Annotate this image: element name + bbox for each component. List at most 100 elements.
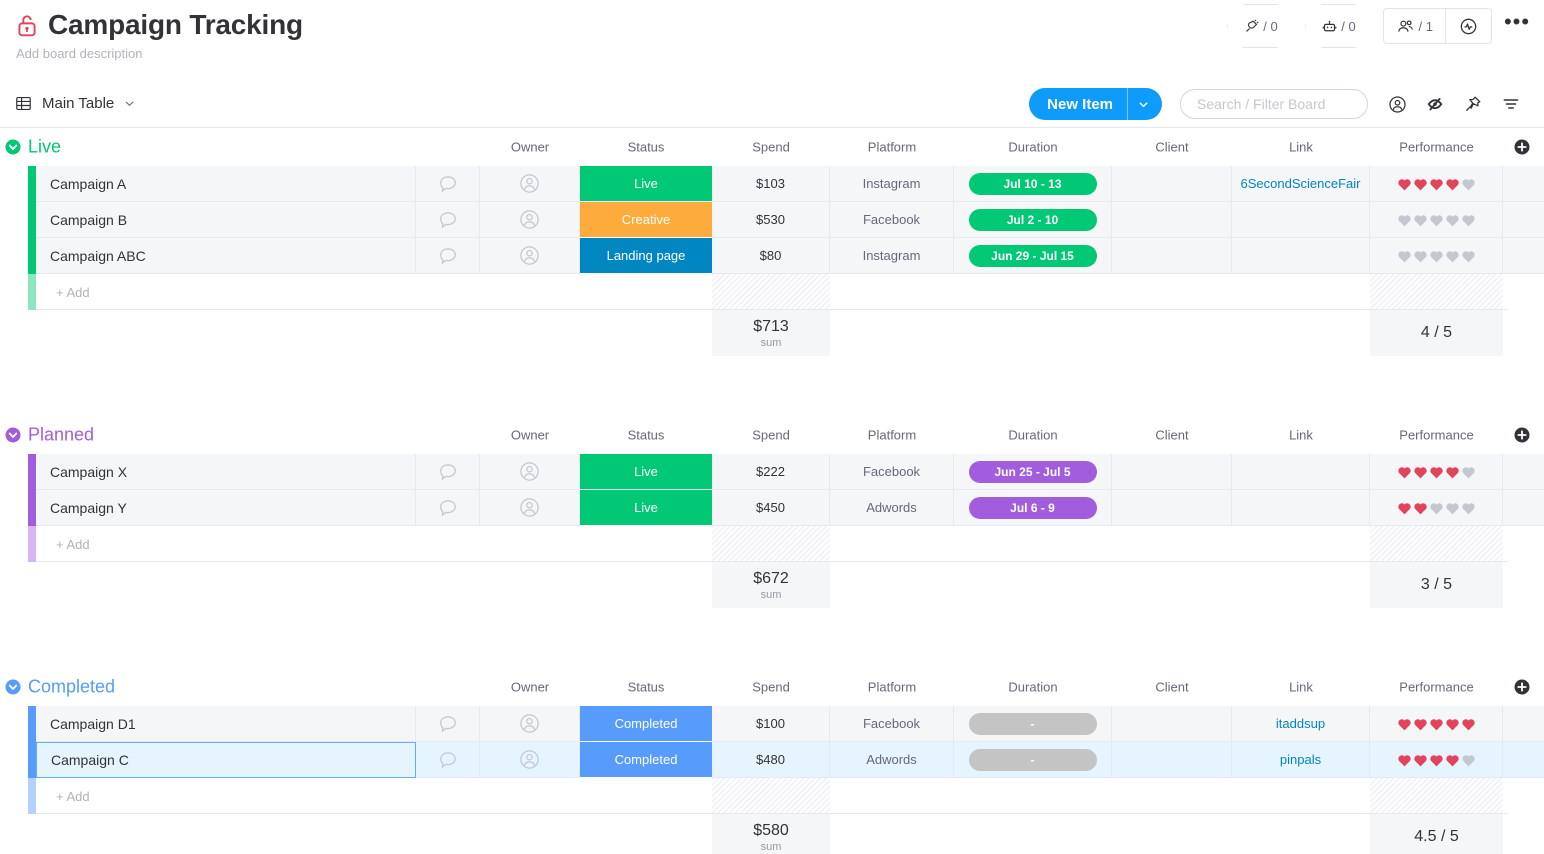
column-header-duration[interactable]: Duration [954,140,1112,155]
duration-pill[interactable]: Jul 2 - 10 [969,209,1097,231]
duration-pill[interactable]: - [969,749,1097,771]
column-header-owner[interactable]: Owner [480,680,580,695]
owner-avatar-icon[interactable] [518,172,541,195]
chat-bubble-icon[interactable] [437,173,459,195]
group-title[interactable]: Completed [28,677,115,698]
heart-icon[interactable] [1429,465,1444,479]
heart-icon[interactable] [1461,177,1476,191]
client-cell[interactable] [1112,742,1232,778]
platform-cell[interactable]: Facebook [830,454,954,490]
duration-cell[interactable]: Jun 25 - Jul 5 [954,454,1112,490]
chat-bubble-icon[interactable] [437,749,459,771]
client-cell[interactable] [1112,202,1232,238]
heart-icon[interactable] [1461,501,1476,515]
add-column-button[interactable] [1513,678,1531,696]
column-header-performance[interactable]: Performance [1370,140,1503,155]
client-cell[interactable] [1112,706,1232,742]
new-item-button[interactable]: New Item [1029,88,1162,120]
add-column-button[interactable] [1513,426,1531,444]
item-name-cell[interactable]: Campaign B [36,202,416,238]
heart-icon[interactable] [1445,465,1460,479]
duration-cell[interactable]: Jul 10 - 13 [954,166,1112,202]
heart-rating[interactable] [1397,249,1476,263]
item-chat-cell[interactable] [416,706,480,742]
client-cell[interactable] [1112,238,1232,274]
owner-cell[interactable] [480,454,580,490]
spend-cell[interactable]: $100 [712,706,830,742]
heart-icon[interactable] [1413,717,1428,731]
table-row[interactable]: Campaign CCompleted$480Adwords-pinpals [0,742,1544,778]
performance-sum-cell[interactable]: 4.5 / 5 [1370,814,1503,854]
column-header-link[interactable]: Link [1232,428,1370,443]
heart-rating[interactable] [1397,501,1476,515]
owner-avatar-icon[interactable] [518,244,541,267]
link-text[interactable]: 6SecondScienceFair [1241,176,1361,191]
platform-cell[interactable]: Adwords [830,742,954,778]
link-cell[interactable] [1232,238,1370,274]
item-name-cell[interactable]: Campaign ABC [36,238,416,274]
column-header-client[interactable]: Client [1112,428,1232,443]
board-content[interactable]: LiveOwnerStatusSpendPlatformDurationClie… [0,128,1544,854]
duration-cell[interactable]: Jun 29 - Jul 15 [954,238,1112,274]
heart-rating[interactable] [1397,465,1476,479]
duration-pill[interactable]: Jul 6 - 9 [969,497,1097,519]
heart-icon[interactable] [1429,753,1444,767]
board-more-menu-button[interactable]: ••• [1502,11,1532,41]
heart-icon[interactable] [1397,213,1412,227]
status-cell[interactable]: Completed [580,706,712,742]
link-cell[interactable]: 6SecondScienceFair [1232,166,1370,202]
performance-sum-cell[interactable]: 3 / 5 [1370,562,1503,608]
page-title[interactable]: Campaign Tracking [48,8,303,42]
platform-cell[interactable]: Facebook [830,202,954,238]
link-text[interactable]: pinpals [1280,752,1321,767]
item-name-cell[interactable]: Campaign A [36,166,416,202]
heart-icon[interactable] [1413,753,1428,767]
integrations-button[interactable]: / 0 [1227,4,1295,48]
column-header-owner[interactable]: Owner [480,428,580,443]
duration-cell[interactable]: Jul 6 - 9 [954,490,1112,526]
chevron-down-circle-icon[interactable] [4,138,22,156]
heart-icon[interactable] [1413,249,1428,263]
spend-cell[interactable]: $222 [712,454,830,490]
item-chat-cell[interactable] [416,238,480,274]
add-item-label[interactable]: + Add [36,526,90,562]
owner-cell[interactable] [480,166,580,202]
pin-button[interactable] [1454,85,1492,123]
spend-sum-cell[interactable]: $672sum [712,562,830,608]
link-cell[interactable] [1232,202,1370,238]
performance-cell[interactable] [1370,202,1503,238]
column-header-platform[interactable]: Platform [830,140,954,155]
link-cell[interactable]: pinpals [1232,742,1370,778]
item-name-cell[interactable]: Campaign Y [36,490,416,526]
heart-icon[interactable] [1397,249,1412,263]
column-header-performance[interactable]: Performance [1370,428,1503,443]
heart-icon[interactable] [1413,177,1428,191]
chat-bubble-icon[interactable] [437,713,459,735]
column-header-link[interactable]: Link [1232,680,1370,695]
column-header-platform[interactable]: Platform [830,680,954,695]
heart-icon[interactable] [1429,177,1444,191]
column-header-client[interactable]: Client [1112,680,1232,695]
heart-icon[interactable] [1461,249,1476,263]
item-name-cell[interactable]: Campaign C [36,742,416,778]
spend-cell[interactable]: $480 [712,742,830,778]
status-cell[interactable]: Live [580,454,712,490]
person-filter-button[interactable] [1378,85,1416,123]
heart-icon[interactable] [1429,717,1444,731]
owner-cell[interactable] [480,742,580,778]
table-row[interactable]: Campaign BCreative$530FacebookJul 2 - 10 [0,202,1544,238]
heart-icon[interactable] [1461,717,1476,731]
owner-avatar-icon[interactable] [518,208,541,231]
heart-icon[interactable] [1429,501,1444,515]
activity-log-button[interactable] [1445,9,1491,43]
heart-icon[interactable] [1445,717,1460,731]
link-cell[interactable] [1232,454,1370,490]
heart-icon[interactable] [1397,501,1412,515]
group-title[interactable]: Live [28,137,61,158]
add-item-row[interactable]: + Add [0,778,1544,814]
spend-cell[interactable]: $103 [712,166,830,202]
link-cell[interactable]: itaddsup [1232,706,1370,742]
heart-icon[interactable] [1445,249,1460,263]
table-row[interactable]: Campaign YLive$450AdwordsJul 6 - 9 [0,490,1544,526]
automations-button[interactable]: / 0 [1305,4,1373,48]
